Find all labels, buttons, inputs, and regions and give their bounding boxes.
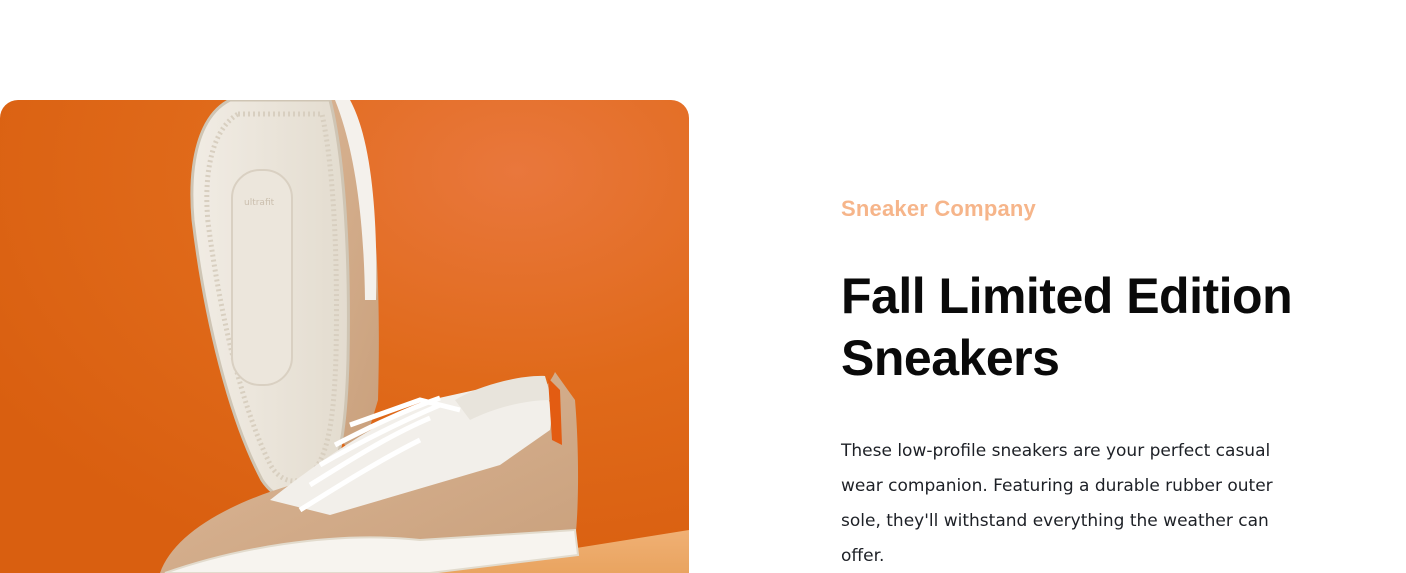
product-page: ultrafit Sneaker Company Fall Limited Ed… [0, 0, 1406, 573]
svg-text:ultrafit: ultrafit [244, 198, 275, 208]
product-title: Fall Limited Edition Sneakers [841, 268, 1293, 386]
company-label: Sneaker Company [841, 196, 1036, 221]
product-details: Sneaker Company Fall Limited Edition Sne… [841, 195, 1321, 573]
product-description: These low-profile sneakers are your perf… [841, 441, 1273, 566]
product-image[interactable]: ultrafit [0, 100, 689, 573]
sneaker-photo: ultrafit [0, 100, 689, 573]
